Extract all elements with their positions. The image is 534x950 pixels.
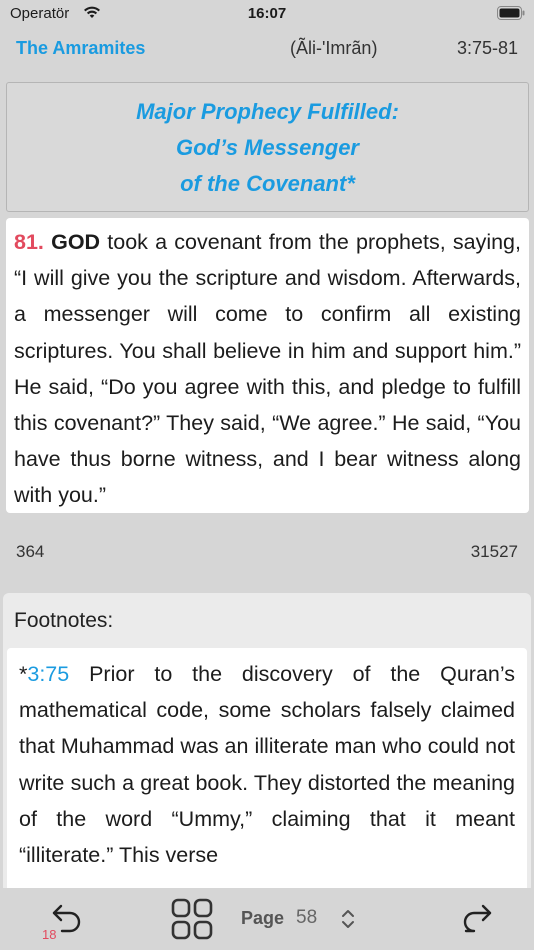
chevron-up-down-icon[interactable] [340,908,356,930]
footnote-body[interactable]: *3:75 Prior to the discovery of the Qura… [7,648,527,893]
footnote-text: Prior to the discovery of the Quran’s ma… [19,662,515,868]
status-bar: Operatör 16:07 [0,0,534,28]
grid-icon[interactable] [170,897,214,941]
page-footer-left-number: 364 [16,542,45,561]
verse-number: 81. [14,230,44,254]
footnotes-panel[interactable]: Footnotes: *3:75 Prior to the discovery … [3,593,531,893]
bottom-toolbar: 18 Page 58 [0,888,534,950]
verse-text: took a covenant from the prophets, sayin… [14,230,521,508]
verse-text-box[interactable]: 81. GOD took a covenant from the prophet… [6,218,529,513]
page-header: The Amramites (Ãli-'Imrãn) 3:75-81 [0,36,534,62]
sura-transliteration: (Ãli-'Imrãn) [290,38,378,58]
heading-line-2: God’s Messenger [176,135,359,160]
verse-god-word: GOD [51,230,101,254]
sura-title[interactable]: The Amramites [16,38,145,59]
page-label: Page [241,908,285,928]
status-time: 16:07 [247,5,287,22]
section-heading: Major Prophecy Fulfilled: God’s Messenge… [6,82,529,212]
page-number[interactable]: 58 [296,907,317,929]
back-history-count: 18 [42,927,57,942]
heading-line-1: Major Prophecy Fulfilled: [136,99,399,124]
battery-icon [497,6,525,20]
verse-range: 3:75-81 [456,38,518,58]
footnote-verse-link[interactable]: 3:75 [27,662,69,686]
redo-arrow-icon[interactable] [460,901,494,935]
heading-line-3: of the Covenant* [180,171,355,196]
footnotes-title: Footnotes: [14,609,114,632]
page-footer-right-number: 31527 [470,542,518,561]
